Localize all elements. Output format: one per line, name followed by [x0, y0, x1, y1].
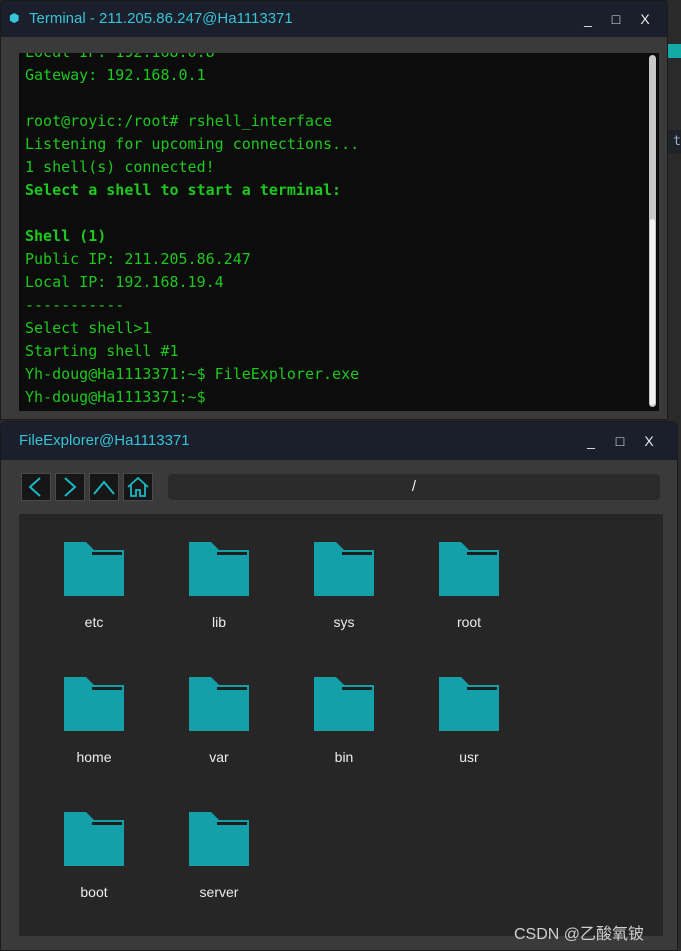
folder-label: lib: [211, 614, 226, 630]
path-bar[interactable]: /: [168, 474, 660, 500]
terminal-line: Yh-doug@Ha1113371:~$ FileExplorer.exe: [25, 365, 360, 383]
folder-icon: [314, 542, 374, 596]
terminal-line: Local IP: 192.168.0.8: [25, 53, 359, 64]
terminal-output: Local IP: 192.168.0.8 Gateway: 192.168.0.…: [25, 53, 359, 409]
terminal-line: Local IP: 192.168.19.4: [25, 273, 224, 291]
terminal-close-button[interactable]: X: [633, 9, 657, 29]
terminal-line: Listening for upcoming connections...: [25, 135, 360, 153]
terminal-line: Gateway: 192.168.0.1: [25, 66, 206, 84]
folder-icon: [189, 812, 249, 866]
folder-item-boot[interactable]: boot: [49, 812, 139, 922]
folder-item-etc[interactable]: etc: [49, 542, 139, 652]
file-grid: etc lib sys root home var bin usr boot server: [19, 514, 663, 936]
file-explorer-window: FileExplorer@Ha1113371 _ □ X / etc lib sys…: [0, 421, 678, 951]
terminal-line: 1 shell(s) connected!: [25, 158, 215, 176]
terminal-line: -----------: [25, 296, 125, 314]
terminal-scroll-thumb[interactable]: [650, 219, 655, 405]
explorer-minimize-button[interactable]: _: [579, 431, 603, 451]
terminal-screen[interactable]: Local IP: 192.168.0.8 Gateway: 192.168.0.…: [19, 53, 659, 411]
folder-item-usr[interactable]: usr: [424, 677, 514, 787]
folder-icon: [64, 812, 124, 866]
explorer-maximize-button[interactable]: □: [608, 431, 632, 451]
folder-icon: [439, 542, 499, 596]
up-icon: [93, 480, 115, 495]
folder-icon: [64, 542, 124, 596]
terminal-line: Select shell>1: [25, 319, 152, 337]
folder-label: root: [456, 614, 482, 630]
explorer-close-button[interactable]: X: [637, 431, 661, 451]
back-button[interactable]: [21, 473, 51, 501]
folder-label: boot: [80, 884, 108, 900]
folder-label: sys: [333, 614, 355, 630]
folder-item-root[interactable]: root: [424, 542, 514, 652]
forward-icon: [64, 477, 77, 497]
terminal-title: Terminal - 211.205.86.247@Ha1113371: [29, 10, 293, 27]
folder-label: server: [199, 884, 239, 900]
folder-item-server[interactable]: server: [174, 812, 264, 922]
desktop-icon-partial[interactable]: t: [668, 130, 681, 154]
folder-label: var: [209, 749, 229, 765]
folder-icon: [314, 677, 374, 731]
terminal-window: ⬢ Terminal - 211.205.86.247@Ha1113371 _ …: [0, 0, 668, 420]
terminal-line: Public IP: 211.205.86.247: [25, 250, 251, 268]
desktop-accent: [668, 44, 681, 58]
home-button[interactable]: [123, 473, 153, 501]
terminal-scrollbar[interactable]: [649, 55, 656, 407]
folder-item-sys[interactable]: sys: [299, 542, 389, 652]
terminal-minimize-button[interactable]: _: [576, 9, 600, 29]
watermark: CSDN @乙酸氧铍: [514, 926, 645, 943]
folder-item-bin[interactable]: bin: [299, 677, 389, 787]
terminal-app-icon: ⬢: [9, 11, 20, 25]
folder-label: home: [76, 749, 112, 765]
terminal-line: root@royic:/root# rshell_interface: [25, 112, 333, 130]
up-button[interactable]: [89, 473, 119, 501]
folder-icon: [439, 677, 499, 731]
back-icon: [28, 477, 41, 497]
terminal-line: Starting shell #1: [25, 342, 179, 360]
explorer-title: FileExplorer@Ha1113371: [19, 432, 190, 449]
folder-label: etc: [84, 614, 104, 630]
explorer-titlebar[interactable]: FileExplorer@Ha1113371 _ □ X: [1, 422, 677, 460]
terminal-line: Shell (1): [25, 227, 107, 245]
home-icon: [127, 476, 149, 497]
terminal-titlebar[interactable]: ⬢ Terminal - 211.205.86.247@Ha1113371 _ …: [1, 1, 667, 37]
folder-label: bin: [334, 749, 354, 765]
folder-icon: [189, 542, 249, 596]
folder-label: usr: [459, 749, 479, 765]
terminal-line: Yh-doug@Ha1113371:~$: [25, 388, 206, 406]
forward-button[interactable]: [55, 473, 85, 501]
folder-item-home[interactable]: home: [49, 677, 139, 787]
folder-icon: [64, 677, 124, 731]
folder-item-var[interactable]: var: [174, 677, 264, 787]
folder-icon: [189, 677, 249, 731]
terminal-maximize-button[interactable]: □: [604, 9, 628, 29]
terminal-line: Select a shell to start a terminal:: [25, 181, 342, 199]
folder-item-lib[interactable]: lib: [174, 542, 264, 652]
